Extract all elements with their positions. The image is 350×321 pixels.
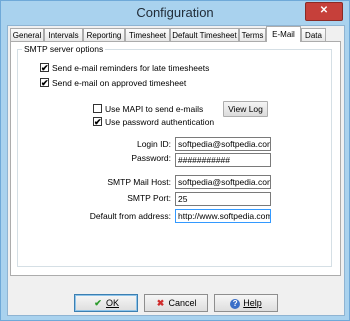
tab-terms[interactable]: Terms — [239, 28, 266, 41]
email-tab-panel: SMTP server options ✔ Send e-mail remind… — [10, 41, 341, 276]
check-icon: ✔ — [94, 298, 102, 308]
ok-button[interactable]: ✔ OK — [74, 294, 138, 312]
password-auth-checkbox[interactable]: ✔ — [93, 117, 102, 127]
configuration-window: Configuration ✕ General Intervals Report… — [0, 0, 350, 321]
view-log-button[interactable]: View Log — [223, 101, 268, 117]
password-input[interactable]: ########### — [175, 153, 271, 167]
tab-email[interactable]: E-Mail — [266, 26, 301, 42]
use-mapi-checkbox[interactable] — [93, 104, 102, 113]
default-from-input[interactable]: http://www.softpedia.com/ — [175, 209, 271, 223]
login-id-input[interactable]: softpedia@softpedia.com — [175, 137, 271, 151]
dialog-client: General Intervals Reporting Timesheet De… — [7, 25, 345, 316]
send-late-label: Send e-mail reminders for late timesheet… — [52, 63, 210, 73]
smtp-port-input[interactable]: 25 — [175, 192, 271, 206]
close-icon: ✕ — [319, 5, 329, 16]
cancel-button[interactable]: ✖ Cancel — [144, 294, 208, 312]
login-id-label: Login ID: — [136, 139, 171, 149]
send-approved-checkbox[interactable]: ✔ — [40, 78, 49, 88]
window-title: Configuration — [136, 5, 214, 20]
default-from-label: Default from address: — [89, 211, 171, 221]
password-label: Password: — [131, 153, 171, 163]
help-label: Help — [243, 298, 262, 308]
send-late-checkbox[interactable]: ✔ — [40, 63, 49, 73]
tab-general[interactable]: General — [10, 28, 44, 41]
tab-timesheet[interactable]: Timesheet — [125, 28, 170, 41]
help-button[interactable]: ? Help — [214, 294, 278, 312]
x-icon: ✖ — [156, 298, 165, 308]
smtp-group-label: SMTP server options — [22, 44, 106, 54]
ok-label: OK — [105, 298, 119, 308]
password-auth-label: Use password authentication — [105, 117, 215, 127]
tab-reporting[interactable]: Reporting — [83, 28, 125, 41]
tab-data[interactable]: Data — [301, 28, 326, 41]
cancel-label: Cancel — [168, 298, 197, 308]
mail-host-label: SMTP Mail Host: — [107, 177, 171, 187]
use-mapi-label: Use MAPI to send e-mails — [105, 104, 204, 114]
mail-host-input[interactable]: softpedia@softpedia.com — [175, 175, 271, 189]
tab-default-timesheet[interactable]: Default Timesheet — [170, 28, 239, 41]
close-button[interactable]: ✕ — [305, 2, 343, 21]
title-bar[interactable]: Configuration ✕ — [1, 1, 349, 23]
help-icon: ? — [230, 299, 241, 309]
smtp-port-label: SMTP Port: — [127, 193, 171, 203]
send-approved-label: Send e-mail on approved timesheet — [52, 78, 187, 88]
tab-intervals[interactable]: Intervals — [44, 28, 83, 41]
smtp-options-group: SMTP server options ✔ Send e-mail remind… — [17, 44, 332, 267]
